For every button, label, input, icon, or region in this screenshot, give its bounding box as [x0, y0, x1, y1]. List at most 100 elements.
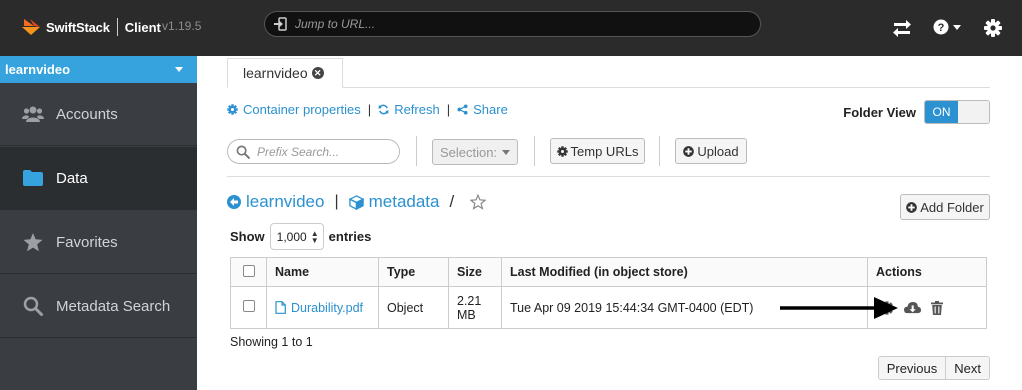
- column-header-name[interactable]: Name: [266, 257, 379, 287]
- column-header-type[interactable]: Type: [378, 257, 449, 287]
- column-header-actions: Actions: [867, 257, 987, 287]
- row-checkbox[interactable]: [242, 300, 255, 312]
- chevron-down-icon: [502, 149, 511, 155]
- entries-per-page-select[interactable]: 1,000 ▲ ▼: [269, 223, 324, 250]
- swiftstack-logo[interactable]: SwiftStack Client: [22, 14, 161, 40]
- container-links: Container properties | Refresh | Share: [227, 102, 508, 117]
- breadcrumb-account-link[interactable]: learnvideo: [246, 192, 324, 212]
- sidebar-item-accounts[interactable]: Accounts: [0, 83, 197, 146]
- settings-gear-icon[interactable]: [983, 18, 1003, 38]
- breadcrumb: learnvideo | metadata /: [227, 192, 491, 212]
- brand-name: SwiftStack: [46, 19, 110, 35]
- plus-circle-icon: [683, 145, 695, 157]
- cloud-download-icon[interactable]: [904, 301, 921, 315]
- column-header-size[interactable]: Size: [448, 257, 502, 287]
- upload-button[interactable]: Upload: [675, 138, 747, 164]
- swiftstack-logo-icon: [22, 19, 40, 35]
- breadcrumb-separator: |: [334, 193, 339, 210]
- link-separator: |: [446, 102, 451, 117]
- sidebar-item-data[interactable]: Data: [0, 147, 197, 210]
- sidebar-item-label: Metadata Search: [56, 297, 171, 315]
- share-label: Share: [473, 102, 508, 117]
- folder-view-control: Folder View ON: [843, 100, 990, 124]
- search-icon: [236, 145, 250, 159]
- selection-label: Selection:: [439, 144, 498, 160]
- brand-divider: [116, 18, 118, 36]
- users-icon: [22, 104, 44, 124]
- annotation-arrow: [780, 297, 898, 319]
- prefix-search-box[interactable]: [227, 139, 400, 164]
- help-menu[interactable]: ?: [933, 19, 961, 35]
- next-page-button[interactable]: Next: [946, 356, 990, 380]
- breadcrumb-container-link[interactable]: metadata: [369, 192, 440, 212]
- select-all-header: [230, 257, 267, 287]
- name-cell: Durability.pdf: [266, 286, 379, 329]
- toolbar-divider: [659, 136, 660, 166]
- sidebar: learnvideo Accounts Data Favorites Metad…: [0, 56, 197, 390]
- table-header-row: Name Type Size Last Modified (in object …: [230, 257, 987, 287]
- sidebar-item-metadata-search[interactable]: Metadata Search: [0, 275, 197, 338]
- top-bar: SwiftStack Client v1.19.5 ?: [0, 0, 1022, 56]
- back-arrow-circle-icon: [227, 195, 241, 209]
- svg-text:?: ?: [938, 22, 945, 34]
- toggle-off-area: [958, 101, 989, 123]
- select-all-checkbox[interactable]: [242, 264, 255, 277]
- jump-to-url-input[interactable]: [295, 17, 735, 31]
- refresh-link[interactable]: Refresh: [378, 102, 440, 117]
- container-properties-link[interactable]: Container properties: [227, 102, 361, 117]
- updown-arrows-icon: ▲ ▼: [310, 228, 319, 245]
- refresh-icon: [378, 104, 389, 115]
- brand-product: Client: [124, 19, 161, 35]
- temp-urls-label: Temp URLs: [570, 143, 639, 159]
- star-outline-icon[interactable]: [470, 194, 487, 210]
- previous-page-button[interactable]: Previous: [877, 356, 947, 380]
- toolbar-divider: [534, 136, 535, 166]
- folder-view-label: Folder View: [843, 104, 916, 120]
- entries-value: 1,000: [276, 229, 307, 244]
- show-label: Show: [230, 229, 265, 244]
- toolbar-bottom-divider: [227, 176, 990, 177]
- gear-icon: [556, 145, 568, 157]
- file-name: Durability.pdf: [291, 300, 364, 315]
- container-properties-label: Container properties: [243, 102, 361, 117]
- trash-icon[interactable]: [931, 300, 943, 315]
- add-folder-button[interactable]: Add Folder: [900, 194, 990, 220]
- toolbar-divider: [416, 136, 417, 166]
- folder-view-toggle[interactable]: ON: [924, 100, 990, 124]
- breadcrumb-slash: /: [449, 192, 455, 211]
- size-unit: MB: [457, 307, 476, 322]
- tab-label: learnvideo: [243, 65, 308, 81]
- main-content: learnvideo ✕ Container properties | Refr…: [197, 56, 1022, 390]
- temp-urls-button[interactable]: Temp URLs: [550, 138, 645, 164]
- version-label: v1.19.5: [162, 19, 202, 33]
- prefix-search-input[interactable]: [257, 144, 397, 159]
- toggle-state: ON: [925, 101, 958, 123]
- file-link[interactable]: Durability.pdf: [275, 301, 370, 315]
- folder-icon: [22, 168, 44, 188]
- account-selector[interactable]: learnvideo: [0, 56, 197, 83]
- jump-to-url-box[interactable]: [264, 11, 761, 37]
- cube-icon: [348, 194, 364, 210]
- add-folder-label: Add Folder: [920, 199, 984, 215]
- sidebar-item-label: Favorites: [56, 233, 118, 251]
- sidebar-item-favorites[interactable]: Favorites: [0, 211, 197, 274]
- show-entries-control: Show 1,000 ▲ ▼ entries: [230, 223, 371, 250]
- file-icon: [275, 301, 286, 314]
- chevron-down-icon: [175, 67, 183, 72]
- close-icon[interactable]: ✕: [311, 67, 324, 79]
- row-select-cell: [230, 286, 267, 329]
- help-icon: ?: [933, 19, 949, 35]
- size-cell: 2.21 MB: [448, 286, 502, 329]
- column-header-last-modified[interactable]: Last Modified (in object store): [501, 257, 868, 287]
- sidebar-item-label: Data: [56, 169, 88, 187]
- transfers-icon[interactable]: [892, 18, 912, 38]
- selection-dropdown[interactable]: Selection:: [432, 139, 518, 165]
- share-icon: [457, 104, 468, 115]
- showing-info: Showing 1 to 1: [230, 335, 313, 349]
- gear-icon: [227, 104, 238, 115]
- share-link[interactable]: Share: [457, 102, 508, 117]
- chevron-down-icon: [953, 24, 961, 30]
- star-icon: [22, 232, 44, 252]
- plus-circle-icon: [906, 201, 918, 213]
- tab-learnvideo[interactable]: learnvideo ✕: [227, 58, 343, 88]
